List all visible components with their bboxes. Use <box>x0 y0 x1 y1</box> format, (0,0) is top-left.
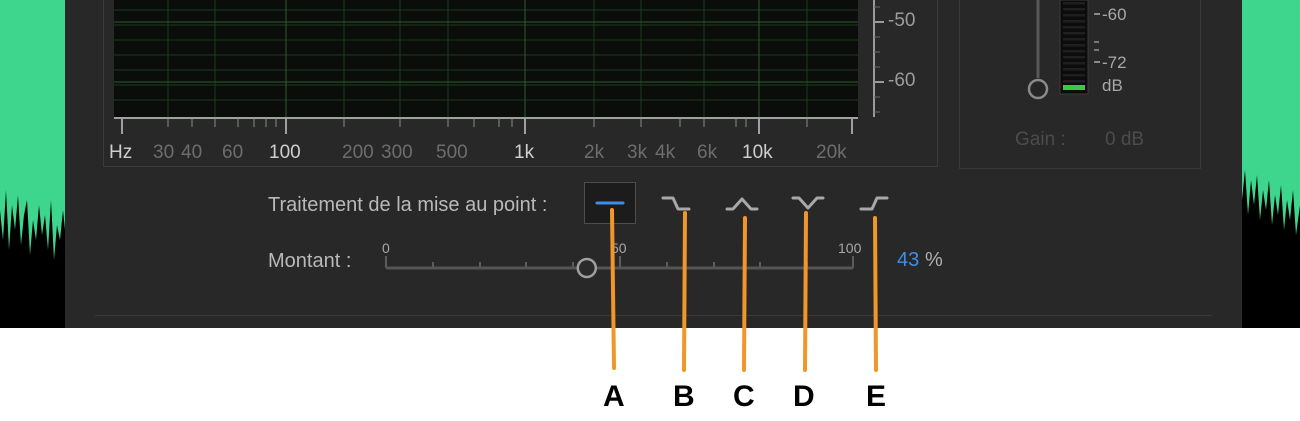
callout-letter-a: A <box>603 380 625 413</box>
callout-line-c <box>742 216 747 372</box>
callout-letter-b: B <box>673 380 695 413</box>
callout-letter-d: D <box>793 380 815 413</box>
callout-line-a <box>610 208 616 370</box>
callout-lines <box>610 208 878 372</box>
callout-letter-e: E <box>866 380 887 413</box>
callout-line-d <box>803 211 808 372</box>
callout-line-b <box>682 211 687 372</box>
callout-line-e <box>873 216 878 372</box>
callout-letter-c: C <box>733 380 755 413</box>
